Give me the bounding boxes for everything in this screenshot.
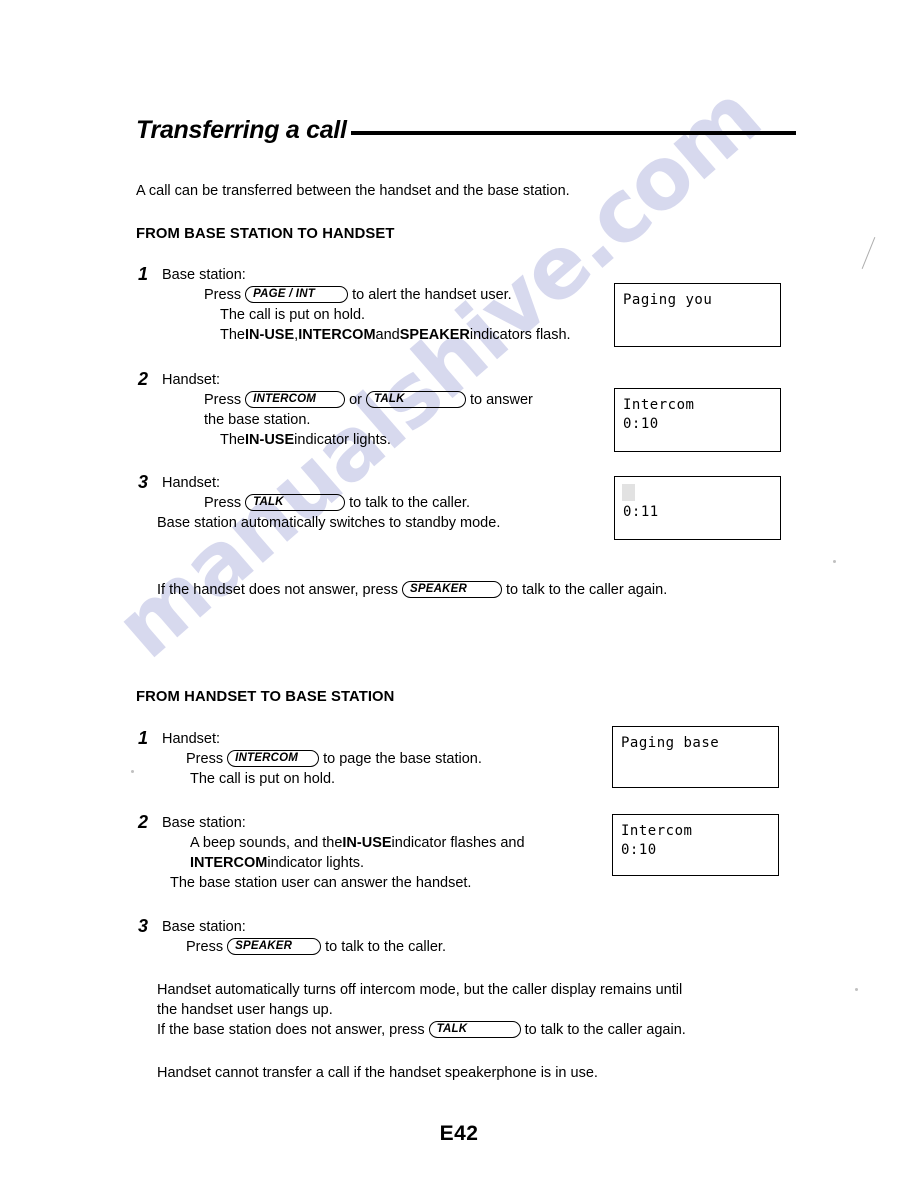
key-intercom[interactable]: INTERCOM bbox=[245, 390, 346, 408]
lcd-display-intercom-010-2: Intercom 0:10 bbox=[612, 814, 779, 876]
closing-line-1: Handset automatically turns off intercom… bbox=[157, 982, 683, 998]
key-speaker[interactable]: SPEAKER bbox=[402, 580, 503, 598]
page-title: Transferring a call bbox=[136, 118, 796, 143]
step-number: 2 bbox=[138, 369, 149, 389]
step-note: The base station user can answer the han… bbox=[170, 875, 472, 891]
scan-artifact-slash bbox=[861, 237, 876, 269]
page-title-text: Transferring a call bbox=[136, 116, 347, 144]
lcd-display-paging-base: Paging base bbox=[612, 726, 779, 788]
lcd-line-2: 0:10 bbox=[621, 842, 657, 858]
step-note-post: indicator flashes and bbox=[391, 835, 525, 851]
step-role: Base station: bbox=[162, 267, 246, 283]
indicator-speaker: SPEAKER bbox=[399, 327, 470, 343]
closing-paragraph: Handset automatically turns off intercom… bbox=[157, 980, 686, 1040]
press-label: Press bbox=[204, 287, 242, 303]
press-label: Press bbox=[204, 495, 242, 511]
key-speaker[interactable]: SPEAKER bbox=[227, 937, 322, 955]
key-talk[interactable]: TALK bbox=[365, 390, 466, 408]
lcd-display-paging-you: Paging you bbox=[614, 283, 781, 347]
section1-footnote: If the handset does not answer, press SP… bbox=[157, 580, 667, 600]
step-number: 2 bbox=[138, 812, 149, 832]
closing-line-3-post: to talk to the caller again. bbox=[524, 1022, 686, 1038]
note-post: indicators flash. bbox=[469, 327, 571, 343]
scan-smudge bbox=[622, 484, 635, 501]
indicator-intercom: INTERCOM bbox=[298, 327, 376, 343]
key-talk[interactable]: TALK bbox=[428, 1020, 521, 1038]
step-role: Handset: bbox=[162, 731, 221, 747]
footnote-pre: If the handset does not answer, press bbox=[157, 582, 399, 598]
press-label: Press bbox=[186, 939, 224, 955]
title-rule bbox=[350, 130, 796, 135]
press-suffix: to answer bbox=[469, 392, 533, 408]
step-body: Base station: A beep sounds, and the IN-… bbox=[162, 813, 525, 893]
step-note: The call is put on hold. bbox=[190, 771, 336, 787]
lcd-display-011: 0:11 bbox=[614, 476, 781, 540]
step-body: Base station: Press PAGE / INT to alert … bbox=[162, 265, 571, 345]
step-role: Base station: bbox=[162, 919, 246, 935]
lcd-line-1: Intercom bbox=[623, 397, 695, 413]
lcd-line-2: 0:10 bbox=[623, 416, 659, 432]
step-body: Base station: Press SPEAKER to talk to t… bbox=[162, 917, 446, 957]
step-note: The call is put on hold. bbox=[220, 307, 366, 323]
indicator-in-use: IN-USE bbox=[342, 835, 392, 851]
step-note: Base station automatically switches to s… bbox=[157, 515, 501, 531]
scan-artifact-dot bbox=[855, 988, 858, 991]
key-page-int[interactable]: PAGE / INT bbox=[245, 285, 349, 303]
lcd-line-1: Paging base bbox=[621, 735, 720, 751]
step-body: Handset: Press TALK to talk to the calle… bbox=[157, 473, 500, 533]
step-role: Handset: bbox=[162, 372, 221, 388]
press-suffix: to page the base station. bbox=[323, 751, 482, 767]
key-intercom[interactable]: INTERCOM bbox=[227, 749, 320, 767]
step-body: Handset: Press INTERCOM to page the base… bbox=[162, 729, 482, 789]
indicator-in-use: IN-USE bbox=[245, 327, 295, 343]
lcd-line-1: Paging you bbox=[623, 292, 713, 308]
closing-line-3-pre: If the base station does not answer, pre… bbox=[157, 1022, 425, 1038]
key-talk[interactable]: TALK bbox=[245, 493, 346, 511]
indicator-in-use: IN-USE bbox=[245, 432, 295, 448]
step-number: 1 bbox=[138, 264, 149, 284]
document-page: manualshive.com Transferring a call A ca… bbox=[0, 0, 918, 1191]
note-sep2: and bbox=[375, 327, 400, 343]
scan-artifact-dot bbox=[833, 560, 836, 563]
lcd-line-1 bbox=[623, 484, 780, 503]
lcd-line-2: 0:11 bbox=[623, 504, 659, 520]
step-note-post: indicator lights. bbox=[267, 855, 365, 871]
step-number: 3 bbox=[138, 916, 149, 936]
step-continuation: the base station. bbox=[204, 412, 311, 428]
step-note-pre: The bbox=[220, 432, 245, 448]
step-role: Base station: bbox=[162, 815, 246, 831]
step-number: 3 bbox=[138, 472, 149, 492]
conjunction-or: or bbox=[349, 392, 362, 408]
press-suffix: to alert the handset user. bbox=[352, 287, 512, 303]
step-note-pre: The bbox=[220, 327, 245, 343]
indicator-intercom: INTERCOM bbox=[190, 855, 268, 871]
step-note-pre: A beep sounds, and the bbox=[190, 835, 343, 851]
section-heading-base-to-handset: FROM BASE STATION TO HANDSET bbox=[136, 226, 395, 242]
step-note-post: indicator lights. bbox=[294, 432, 391, 448]
section-heading-handset-to-base: FROM HANDSET TO BASE STATION bbox=[136, 689, 395, 705]
page-number: E42 bbox=[439, 1122, 479, 1145]
lcd-display-intercom-010: Intercom 0:10 bbox=[614, 388, 781, 452]
press-suffix: to talk to the caller. bbox=[349, 495, 470, 511]
step-body: Handset: Press INTERCOM or TALK to answe… bbox=[162, 370, 533, 450]
footnote-post: to talk to the caller again. bbox=[506, 582, 668, 598]
lcd-line-1: Intercom bbox=[621, 823, 693, 839]
closing-line-2: the handset user hangs up. bbox=[157, 1002, 333, 1018]
press-label: Press bbox=[186, 751, 224, 767]
press-label: Press bbox=[204, 392, 242, 408]
scan-artifact-dot bbox=[131, 770, 134, 773]
step-role: Handset: bbox=[162, 475, 221, 491]
press-suffix: to talk to the caller. bbox=[325, 939, 446, 955]
intro-paragraph: A call can be transferred between the ha… bbox=[136, 183, 570, 199]
step-number: 1 bbox=[138, 728, 149, 748]
closing-note: Handset cannot transfer a call if the ha… bbox=[157, 1065, 598, 1081]
